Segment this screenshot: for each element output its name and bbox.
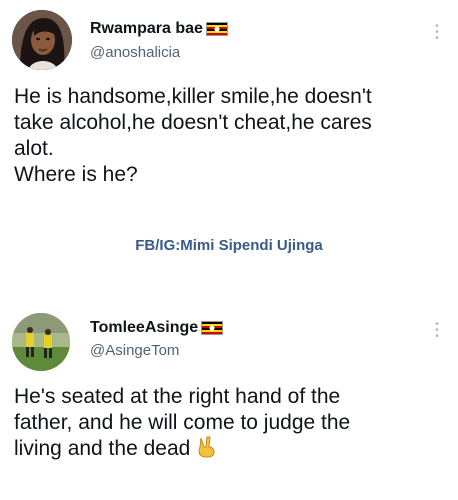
victory-hand-emoji bbox=[196, 436, 216, 465]
user-handle[interactable]: @AsingeTom bbox=[90, 342, 179, 359]
woman-portrait-avatar[interactable] bbox=[12, 10, 72, 70]
tweet-text-line-with-emoji: living and the dead bbox=[14, 436, 452, 465]
tweet-text-line: He's seated at the right hand of the bbox=[14, 385, 341, 408]
uganda-flag-icon bbox=[205, 22, 228, 36]
user-handle[interactable]: @anoshalicia bbox=[90, 44, 180, 61]
tweet-text-line: Where is he? bbox=[14, 163, 138, 186]
more-options-icon[interactable]: • • • bbox=[434, 22, 440, 44]
display-name[interactable]: TomleeAsinge bbox=[90, 319, 224, 337]
tweet-text: He's seated at the right hand of the fat… bbox=[14, 384, 452, 465]
display-name-text: Rwampara bae bbox=[90, 20, 203, 37]
tweet-1: Rwampara bae @anoshalicia • • • He is hand… bbox=[0, 0, 458, 300]
tweet-text-line: take alcohol,he doesn't cheat,he cares bbox=[14, 111, 372, 134]
tweet-text: He is handsome,killer smile,he doesn't t… bbox=[14, 84, 452, 188]
football-players-avatar[interactable] bbox=[12, 313, 70, 371]
tweet-text-line: alot. bbox=[14, 137, 54, 160]
more-options-icon[interactable]: • • • bbox=[434, 320, 440, 342]
tweet-text-line: He is handsome,killer smile,he doesn't bbox=[14, 85, 372, 108]
display-name-text: TomleeAsinge bbox=[90, 319, 199, 336]
uganda-flag-icon bbox=[201, 321, 224, 335]
tweet-text-line: living and the dead bbox=[14, 437, 191, 460]
watermark-text: FB/IG:Mimi Sipendi Ujinga bbox=[135, 237, 323, 254]
display-name[interactable]: Rwampara bae bbox=[90, 20, 228, 38]
tweet-text-line: father, and he will come to judge the bbox=[14, 411, 351, 434]
